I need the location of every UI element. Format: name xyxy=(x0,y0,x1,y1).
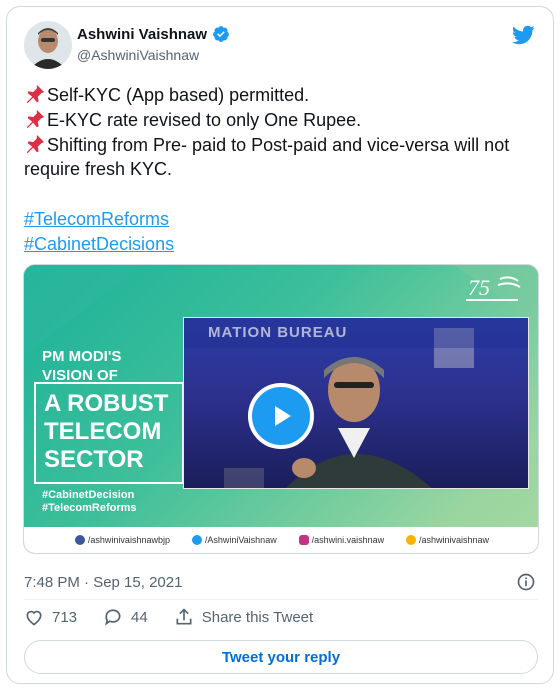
tweet-line-text: Self-KYC (App based) permitted. xyxy=(47,85,310,105)
media-headline-top: PM MODI'S VISION OF xyxy=(42,348,122,384)
verified-badge-icon xyxy=(213,26,229,42)
tweet-line: Shifting from Pre- paid to Post-paid and… xyxy=(24,133,544,183)
tweet-card: Ashwini Vaishnaw @AshwiniVaishnaw Self-K… xyxy=(6,6,554,684)
play-button[interactable] xyxy=(248,383,314,449)
like-count: 713 xyxy=(52,608,78,626)
reply-action-button[interactable]: 44 xyxy=(103,607,148,627)
share-icon xyxy=(176,608,192,625)
tweet-text: Self-KYC (App based) permitted. E-KYC ra… xyxy=(24,83,544,182)
video-frame: MATION BUREAU xyxy=(183,317,529,489)
reply-count: 44 xyxy=(131,608,148,626)
hashtag-link-telecomreforms[interactable]: #TelecomReforms xyxy=(24,207,174,232)
author-name-row: Ashwini Vaishnaw xyxy=(77,25,230,43)
media-footer-bar: /ashwinivaishnawbjp /AshwiniVaishnaw /as… xyxy=(24,527,538,553)
tweet-line: E-KYC rate revised to only One Rupee. xyxy=(24,108,544,133)
media-footer-instagram: /ashwini.vaishnaw xyxy=(298,535,384,545)
media-footer-facebook: /ashwinivaishnawbjp xyxy=(74,535,170,545)
twitter-icon xyxy=(191,535,202,545)
media-small-tags: #CabinetDecision #TelecomReforms xyxy=(42,489,137,515)
hashtag-link-cabinetdecisions[interactable]: #CabinetDecisions xyxy=(24,232,174,257)
facebook-icon xyxy=(74,535,85,545)
tweet-line: Self-KYC (App based) permitted. xyxy=(24,83,544,108)
author-handle[interactable]: @AshwiniVaishnaw xyxy=(77,47,199,63)
media-footer-twitter: /AshwiniVaishnaw xyxy=(191,535,277,545)
tweet-your-reply-button[interactable]: Tweet your reply xyxy=(24,640,538,674)
instagram-icon xyxy=(298,535,309,545)
media-footer-koo: /ashwinivaishnaw xyxy=(405,535,489,545)
divider xyxy=(24,599,538,600)
media-video-card[interactable]: 75 PM MODI'S VISION OF A ROBUST TELECOM … xyxy=(23,264,539,554)
info-icon[interactable] xyxy=(516,572,536,592)
avatar[interactable] xyxy=(24,21,72,69)
twitter-bird-icon[interactable] xyxy=(511,23,535,47)
azadi-logo-icon: 75 xyxy=(462,273,522,313)
action-bar: 713 44 Share this Tweet xyxy=(24,607,339,627)
pushpin-icon xyxy=(26,109,45,128)
media-small-tag: #TelecomReforms xyxy=(42,502,137,514)
tweet-line-text: Shifting from Pre- paid to Post-paid and… xyxy=(24,134,510,180)
like-button[interactable]: 713 xyxy=(24,607,77,627)
heart-icon xyxy=(26,610,42,626)
tweet-timestamp[interactable]: 7:48 PM · Sep 15, 2021 xyxy=(24,574,182,591)
svg-text:75: 75 xyxy=(468,275,490,300)
tweet-line-text: E-KYC rate revised to only One Rupee. xyxy=(47,109,362,130)
pushpin-icon xyxy=(26,84,45,104)
reply-bubble-icon xyxy=(104,609,121,626)
share-button[interactable]: Share this Tweet xyxy=(174,607,313,627)
speaker-illustration xyxy=(184,318,528,488)
author-name[interactable]: Ashwini Vaishnaw xyxy=(77,26,207,43)
hashtag-list: #TelecomReforms #CabinetDecisions xyxy=(24,207,174,257)
koo-icon xyxy=(405,535,416,545)
share-label: Share this Tweet xyxy=(201,608,314,626)
play-icon xyxy=(275,406,291,426)
media-small-tag: #CabinetDecision xyxy=(42,489,135,501)
pushpin-icon xyxy=(26,134,45,153)
media-headline-box: A ROBUST TELECOM SECTOR xyxy=(34,382,184,484)
